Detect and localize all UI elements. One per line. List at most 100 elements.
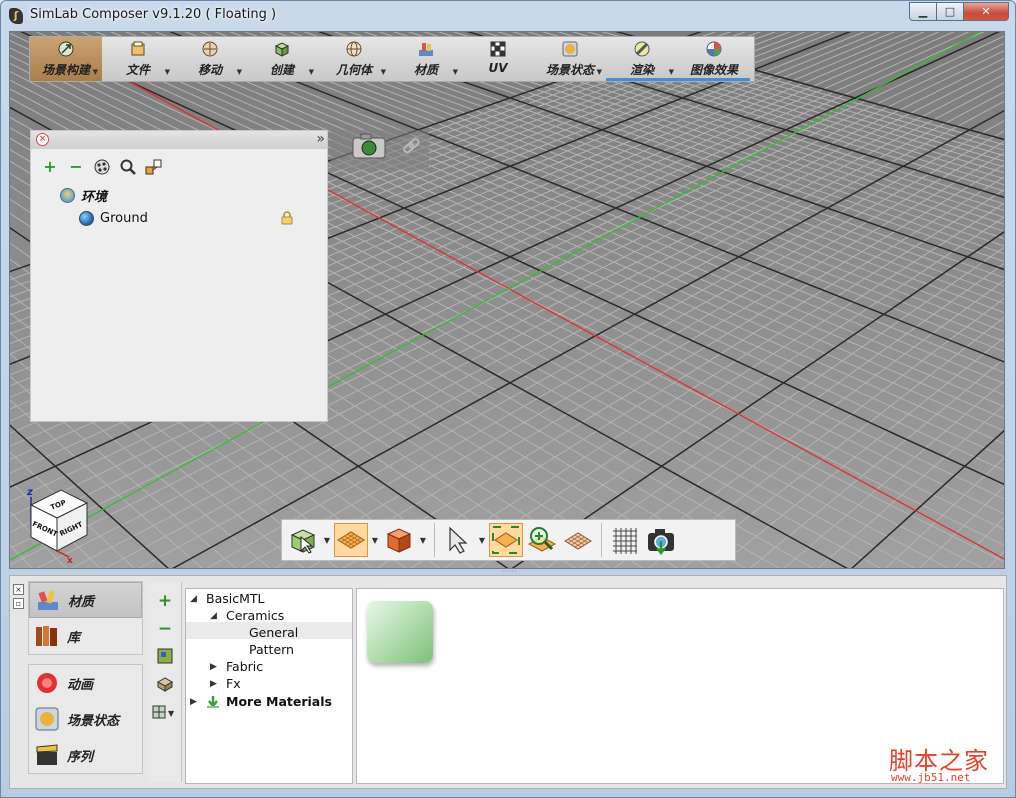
svg-text:▼: ▼ [168, 709, 175, 718]
grid-toggle-button[interactable] [608, 523, 642, 557]
zoom-icon [527, 527, 557, 552]
module-tab-label: 图像效果 [689, 63, 738, 77]
module-tab-label: 场景构建 [41, 63, 90, 77]
dropdown-arrow-icon[interactable]: ▼ [453, 68, 458, 76]
title-bar[interactable]: ʃ SimLab Composer v9.1.20 ( Floating ) ▁… [1, 1, 1015, 31]
tree-node-fabric[interactable]: ▶ Fabric [210, 659, 263, 674]
module-toolbar: 场景构建 ▼ 文件 ▼ 移动 ▼ 创建 ▼ 几何体 ▼ 材质 ▼ UV 场景状态 ▼ 渲染 ▼ 图像效果 [29, 36, 755, 82]
dropdown-arrow-icon[interactable]: ▼ [93, 68, 98, 76]
grid-icon [613, 528, 637, 554]
nav-label: 序列 [67, 749, 94, 765]
select-mode-icon [290, 529, 316, 554]
nav-item-animation[interactable]: 动画 [29, 665, 142, 701]
file-icon [130, 41, 146, 57]
dropdown-arrow-icon[interactable]: ▼ [237, 68, 242, 76]
remove-material-icon[interactable]: − [156, 620, 174, 638]
dropdown-arrow-icon[interactable]: ▼ [370, 536, 380, 545]
hierarchy-icon[interactable] [145, 158, 163, 176]
collapse-arrow-icon[interactable]: ▶ [190, 697, 200, 707]
bottom-panel: × ▫ 材质 库 动画 场景状态 序列 + − ▼ ◢ BasicMTL ◢ C… [9, 575, 1007, 789]
collapse-arrow-icon[interactable]: ▶ [210, 679, 220, 689]
dropdown-arrow-icon[interactable]: ▼ [418, 536, 428, 545]
filter-icon[interactable] [93, 158, 111, 176]
screenshot-button[interactable] [644, 523, 678, 557]
search-icon[interactable] [119, 158, 137, 176]
module-tab-label: 创建 [269, 63, 294, 77]
material-texture-icon[interactable] [156, 648, 174, 666]
tree-node-ceramics[interactable]: ◢ Ceramics [210, 608, 284, 623]
panel-close-icon[interactable]: × [36, 133, 49, 146]
dropdown-arrow-icon[interactable]: ▼ [381, 68, 386, 76]
tree-node-more-materials[interactable]: ▶ More Materials [190, 694, 332, 709]
plane-view-icon [564, 532, 592, 550]
fit-all-button[interactable] [489, 523, 523, 557]
view-mode-icon[interactable]: ▼ [152, 704, 178, 722]
maximize-icon: □ [944, 5, 956, 18]
bottom-nav-bottom: 动画 场景状态 序列 [28, 664, 143, 774]
nav-item-library[interactable]: 库 [29, 618, 142, 654]
module-tab-create[interactable]: 创建 ▼ [246, 37, 318, 81]
add-material-icon[interactable]: + [156, 592, 174, 610]
nav-item-sequence[interactable]: 序列 [29, 737, 142, 773]
material-box-icon[interactable] [156, 676, 174, 694]
module-tab-render[interactable]: 渲染 ▼ [606, 37, 678, 81]
scene-tree-panel: × » + − 环境 Ground [30, 130, 328, 422]
watermark-url: www.jb51.net [891, 771, 971, 784]
close-button[interactable]: ✕ [963, 2, 1009, 21]
splitter-grip[interactable]: ······ [497, 568, 521, 576]
dropdown-arrow-icon[interactable]: ▼ [309, 68, 314, 76]
panel-float-small-icon[interactable]: ▫ [13, 598, 24, 609]
scene-tree-tools: + − [41, 158, 163, 176]
window-controls: ▁ □ ✕ [909, 2, 1009, 21]
scene-state-icon [562, 41, 578, 57]
remove-icon[interactable]: − [67, 158, 85, 176]
module-tab-file[interactable]: 文件 ▼ [102, 37, 174, 81]
select-mode-button[interactable] [286, 523, 320, 557]
minimize-button[interactable]: ▁ [909, 2, 936, 21]
module-tab-label: 文件 [125, 63, 150, 77]
tree-node-fx[interactable]: ▶ Fx [210, 676, 241, 691]
dropdown-arrow-icon[interactable]: ▼ [477, 536, 487, 545]
lock-icon[interactable] [281, 211, 293, 225]
scene-state-icon [35, 707, 59, 731]
add-icon[interactable]: + [41, 158, 59, 176]
module-tab-scene-build[interactable]: 场景构建 ▼ [30, 37, 102, 81]
view-cube[interactable]: z TOP FRONT RIGHT x [23, 485, 93, 565]
expand-arrow-icon[interactable]: ◢ [210, 611, 220, 621]
tree-node-basicmtl[interactable]: ◢ BasicMTL [190, 591, 264, 606]
plane-view-button[interactable] [561, 523, 595, 557]
app-logo-icon: ʃ [9, 8, 23, 24]
ground-plane-button[interactable] [334, 523, 368, 557]
maximize-button[interactable]: □ [936, 2, 963, 21]
module-tab-uv[interactable]: UV [462, 37, 534, 81]
module-tab-geometry[interactable]: 几何体 ▼ [318, 37, 390, 81]
panel-header[interactable]: × » [31, 131, 327, 149]
expand-arrow-icon[interactable]: ◢ [190, 594, 200, 604]
dropdown-arrow-icon[interactable]: ▼ [322, 536, 332, 545]
module-tab-move[interactable]: 移动 ▼ [174, 37, 246, 81]
tree-item-label: Ground [100, 211, 148, 226]
dropdown-arrow-icon[interactable]: ▼ [165, 68, 170, 76]
module-tab-scene-state[interactable]: 场景状态 ▼ [534, 37, 606, 81]
panel-close-small-icon[interactable]: × [13, 584, 24, 595]
tree-item-environment[interactable]: 环境 [60, 186, 107, 205]
tree-item-ground[interactable]: Ground [79, 211, 148, 226]
ground-plane-icon [337, 531, 365, 549]
nav-label: 场景状态 [67, 713, 120, 729]
dropdown-arrow-icon[interactable]: ▼ [597, 68, 602, 76]
pointer-button[interactable] [441, 523, 475, 557]
nav-item-scene-state[interactable]: 场景状态 [29, 701, 142, 737]
shading-button[interactable] [382, 523, 416, 557]
module-tab-image-effects[interactable]: 图像效果 [678, 37, 750, 81]
expand-panel-icon[interactable]: » [316, 131, 325, 147]
camera-icon[interactable] [331, 130, 429, 170]
tree-node-pattern[interactable]: Pattern [249, 642, 294, 657]
tree-node-general[interactable]: General [249, 625, 298, 640]
zoom-button[interactable] [525, 523, 559, 557]
dropdown-arrow-icon[interactable]: ▼ [669, 68, 674, 76]
material-swatch[interactable] [367, 601, 433, 663]
module-tab-material[interactable]: 材质 ▼ [390, 37, 462, 81]
collapse-arrow-icon[interactable]: ▶ [210, 662, 220, 672]
fit-all-icon [492, 526, 520, 554]
nav-item-materials[interactable]: 材质 [29, 582, 142, 618]
